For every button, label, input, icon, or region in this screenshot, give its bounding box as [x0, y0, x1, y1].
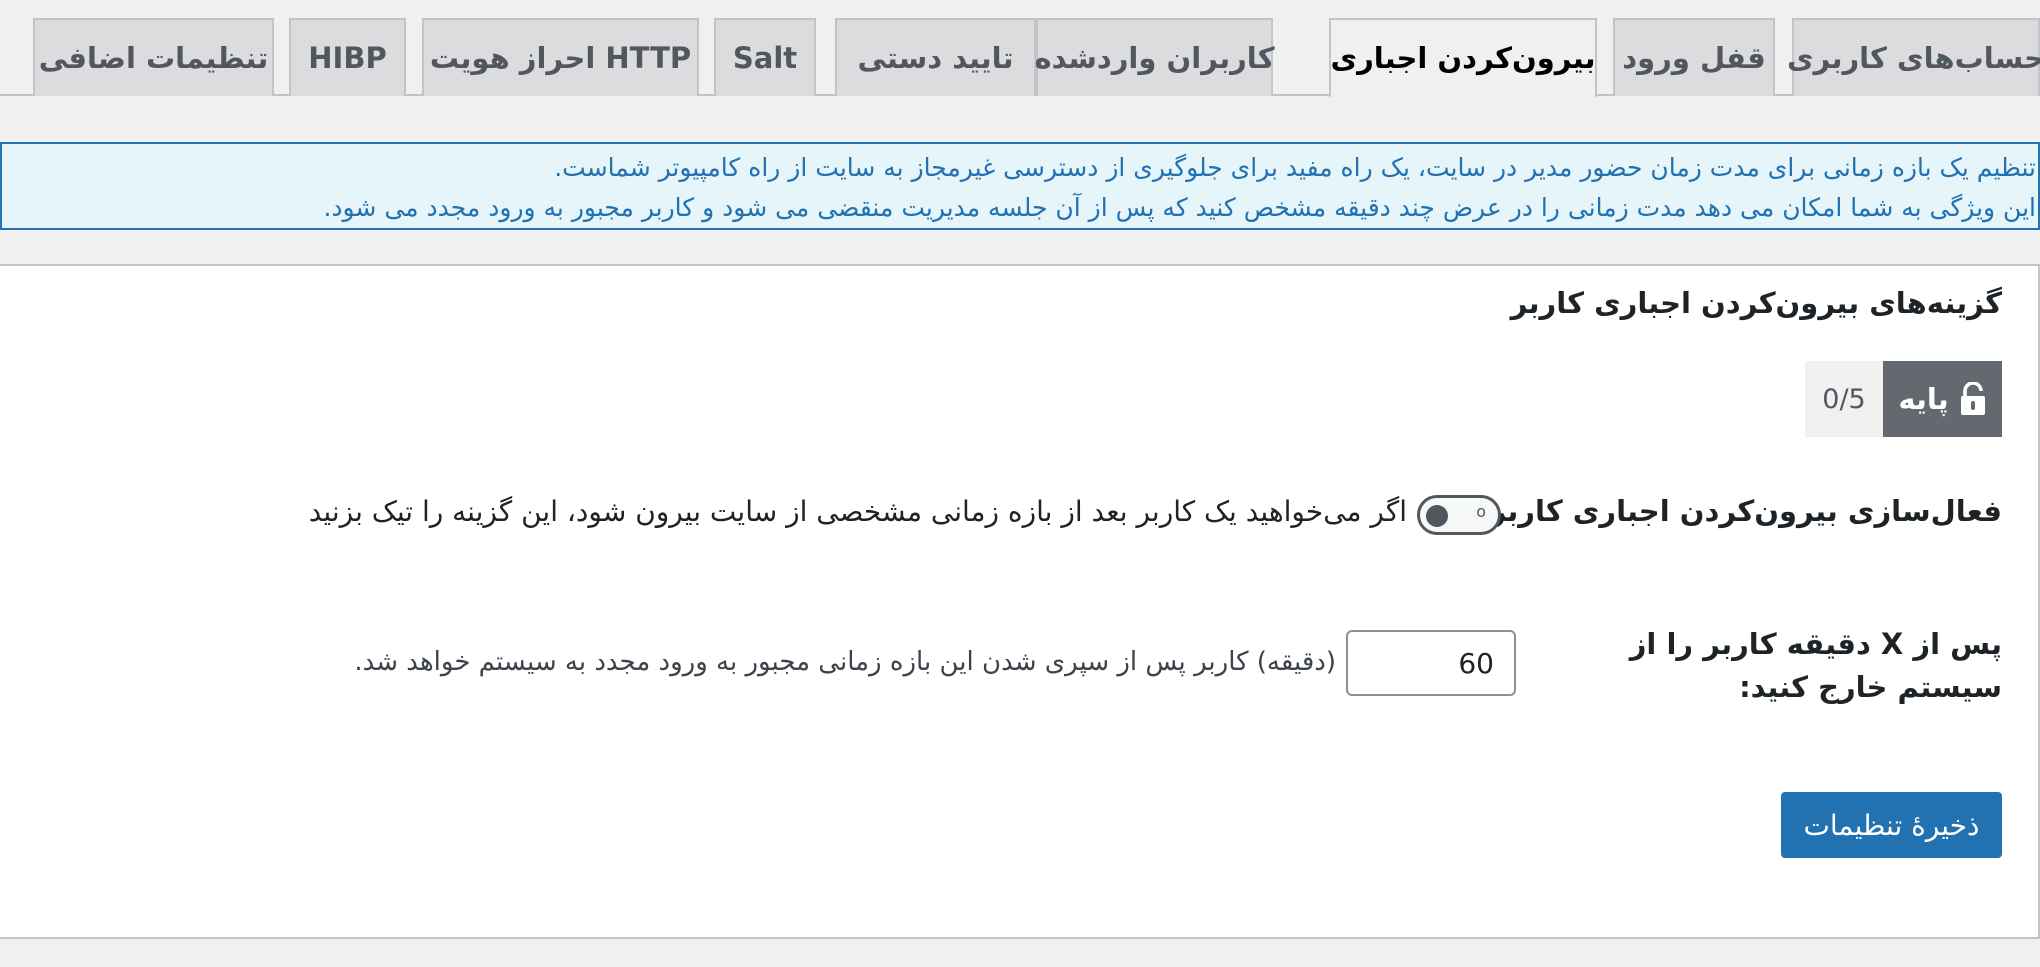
logout-minutes-label: پس از X دقیقه کاربر را از سیستم خارج کنی… — [1629, 627, 2002, 704]
toggle-knob — [1426, 505, 1448, 527]
enable-force-logout-toggle[interactable]: o — [1417, 495, 1501, 535]
unlock-icon — [1959, 382, 1987, 416]
settings-tabs: حساب‌های کاربری قفل ورود بیرون‌کردن اجبا… — [0, 0, 2040, 98]
tab-logged-in-users[interactable]: کاربران واردشده — [1034, 18, 1275, 96]
tab-force-logout[interactable]: بیرون‌کردن اجباری — [1329, 18, 1597, 98]
force-logout-options-box: گزینه‌های بیرون‌کردن اجباری کاربر پایه 0… — [0, 264, 2040, 939]
security-level-badge: پایه 0/5 — [1805, 361, 2002, 437]
tab-additional-settings[interactable]: تنظیمات اضافی — [33, 18, 274, 96]
notice-line-1: تنظیم یک بازه زمانی برای مدت زمان حضور م… — [554, 153, 2036, 182]
badge-score: 0/5 — [1805, 361, 1883, 437]
box-title: گزینه‌های بیرون‌کردن اجباری کاربر — [1510, 286, 2002, 320]
tab-user-accounts[interactable]: حساب‌های کاربری — [1787, 18, 2040, 96]
toggle-state-text: o — [1476, 502, 1486, 521]
logout-minutes-description: (دقیقه) کاربر پس از سپری شدن این بازه زم… — [354, 647, 1336, 677]
info-notice: تنظیم یک بازه زمانی برای مدت زمان حضور م… — [0, 142, 2040, 230]
logout-minutes-input[interactable] — [1346, 630, 1516, 696]
save-settings-button[interactable]: ذخیرهٔ تنظیمات — [1781, 792, 2002, 858]
enable-force-logout-label: فعال‌سازی بیرون‌کردن اجباری کاربر: — [1477, 494, 2002, 528]
tab-hibp[interactable]: HIBP — [289, 18, 406, 96]
tab-manual-approval[interactable]: تایید دستی — [835, 18, 1036, 96]
tab-login-lockout[interactable]: قفل ورود — [1613, 18, 1775, 96]
badge-level: پایه — [1883, 361, 2002, 437]
tab-salt[interactable]: Salt — [714, 18, 816, 96]
tab-http-auth[interactable]: احراز هویت HTTP — [422, 18, 699, 96]
badge-level-text: پایه — [1898, 382, 1949, 416]
enable-force-logout-description: اگر می‌خواهید یک کاربر بعد از بازه زمانی… — [308, 495, 1407, 528]
notice-line-2: این ویژگی به شما امکان می دهد مدت زمانی … — [323, 193, 2036, 222]
